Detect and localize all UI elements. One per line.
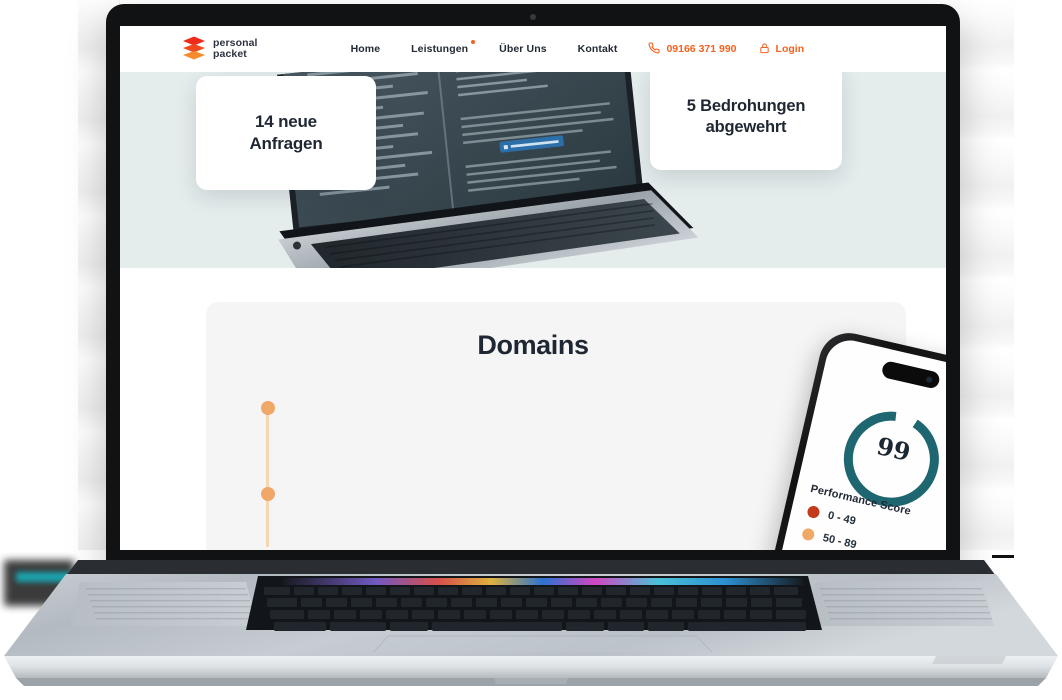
stat-card-bedrohungen-text: 5 Bedrohungen abgewehrt xyxy=(686,96,806,139)
nav-item-kontakt-label: Kontakt xyxy=(577,43,618,55)
laptop-screen: personal packet Home Leistungen Über Uns… xyxy=(120,26,946,550)
stat-card-bedrohungen-line2: abgewehrt xyxy=(705,118,787,136)
phone-camera-icon xyxy=(925,375,933,383)
webcam-icon xyxy=(530,14,536,20)
login-link[interactable]: Login xyxy=(759,42,805,57)
timeline-dot-1-icon xyxy=(260,401,275,415)
timeline-line xyxy=(260,401,275,547)
stat-card-anfragen-line2: Anfragen xyxy=(249,134,323,153)
login-label: Login xyxy=(775,43,805,55)
wall-tick-mark xyxy=(992,555,1014,558)
legend-swatch-low-icon xyxy=(806,504,821,520)
nav-badge-dot-icon xyxy=(471,40,476,44)
site-navbar: personal packet Home Leistungen Über Uns… xyxy=(120,26,946,72)
stat-card-anfragen-text: 14 neue Anfragen xyxy=(249,111,322,155)
hero-section: 14 neue Anfragen 5 Bedrohungen abgewehrt xyxy=(120,72,946,268)
legend-item: 50 - 89 xyxy=(801,527,858,550)
nav-item-leistungen[interactable]: Leistungen xyxy=(411,40,476,55)
blurred-teal-highlight xyxy=(16,572,70,582)
brand-logo[interactable]: personal packet xyxy=(182,36,258,62)
stat-card-anfragen-line1: 14 neue xyxy=(255,111,317,131)
blurred-foreground-object xyxy=(4,560,74,606)
nav-item-leistungen-label: Leistungen xyxy=(411,43,469,55)
lock-icon xyxy=(759,42,770,57)
nav-utility-group: 09166 371 990 Login xyxy=(648,41,805,57)
phone-notch xyxy=(880,360,941,390)
phone-link[interactable]: 09166 371 990 xyxy=(648,41,737,57)
legend-label-mid: 50 - 89 xyxy=(821,531,858,550)
nav-item-home-label: Home xyxy=(350,43,381,55)
brand-logo-line2: packet xyxy=(213,48,247,60)
laptop-lid: personal packet Home Leistungen Über Uns… xyxy=(106,4,960,574)
layers-logo-icon xyxy=(182,36,206,62)
nav-item-ueber-uns[interactable]: Über Uns xyxy=(499,43,546,55)
stat-card-bedrohungen: 5 Bedrohungen abgewehrt xyxy=(650,72,842,170)
screenshot-stage: personal packet Home Leistungen Über Uns… xyxy=(0,0,1062,700)
phone-icon xyxy=(648,41,661,57)
stat-card-anfragen: 14 neue Anfragen xyxy=(196,76,376,190)
website-viewport: personal packet Home Leistungen Über Uns… xyxy=(120,26,946,550)
nav-item-ueber-uns-label: Über Uns xyxy=(499,43,547,55)
phone-number-label: 09166 371 990 xyxy=(666,43,737,55)
brand-logo-text: personal packet xyxy=(213,38,258,59)
nav-item-home[interactable]: Home xyxy=(351,43,381,55)
primary-nav: Home Leistungen Über Uns Kontakt xyxy=(351,40,618,55)
legend-swatch-mid-icon xyxy=(801,527,816,542)
nav-item-kontakt[interactable]: Kontakt xyxy=(578,43,618,55)
timeline-dot-2-icon xyxy=(260,487,275,501)
legend-label-low: 0 - 49 xyxy=(826,509,857,528)
stat-card-bedrohungen-line1: 5 Bedrohungen xyxy=(686,96,806,115)
